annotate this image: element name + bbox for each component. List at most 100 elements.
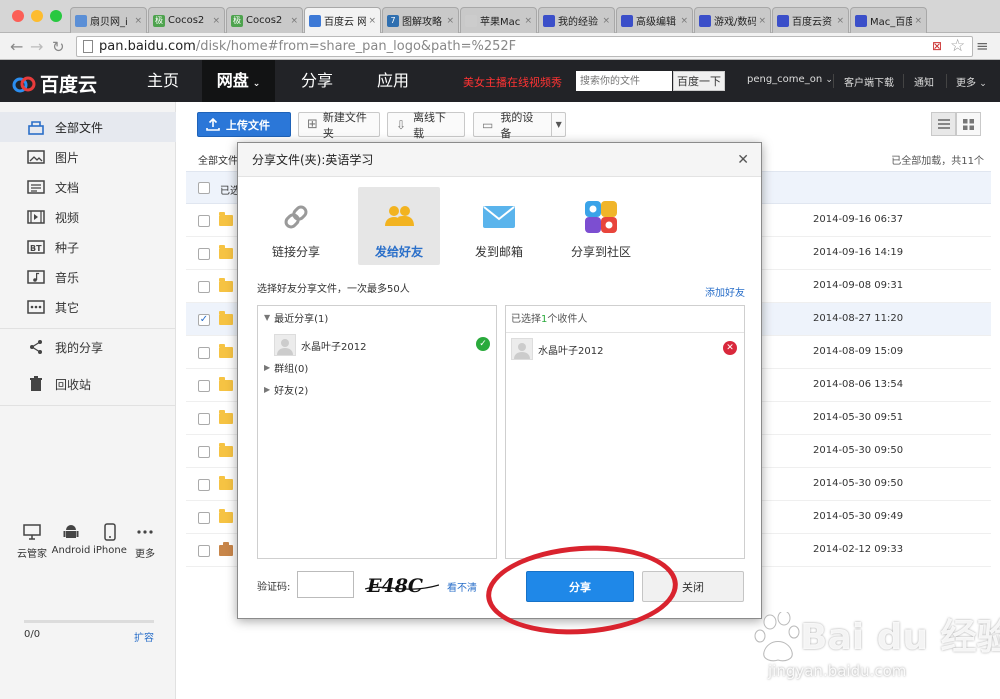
tab-title: Cocos2: [168, 15, 205, 26]
close-tab-icon[interactable]: ×: [290, 16, 298, 26]
blocked-popup-icon[interactable]: ⊠: [932, 39, 942, 53]
search-input[interactable]: [576, 71, 672, 91]
browser-tab[interactable]: 我的经验 ×: [538, 7, 615, 33]
close-tab-icon[interactable]: ×: [836, 16, 844, 26]
friend-item[interactable]: 水晶叶子2012 ✓: [274, 332, 490, 358]
promo-link[interactable]: 美女主播在线视频秀: [463, 74, 562, 90]
row-checkbox[interactable]: [198, 512, 210, 524]
chevron-down-icon[interactable]: ▼: [551, 113, 565, 136]
user-menu[interactable]: peng_come_on ⌄: [747, 74, 833, 85]
friend-name: 水晶叶子2012: [301, 341, 367, 353]
new-folder-button[interactable]: ⊞ 新建文件夹: [298, 111, 380, 140]
device-icon: ▭: [482, 117, 494, 132]
close-tab-icon[interactable]: ×: [758, 16, 766, 26]
grid-view-button[interactable]: [956, 112, 981, 136]
captcha-input[interactable]: [297, 571, 354, 598]
sidebar-item-videos[interactable]: 视频: [0, 202, 176, 232]
device-android[interactable]: Android: [50, 522, 92, 556]
row-checkbox[interactable]: [198, 248, 210, 260]
nav-apps[interactable]: 应用: [360, 60, 426, 102]
device-pc[interactable]: 云管家: [11, 522, 53, 560]
row-checkbox[interactable]: [198, 545, 210, 557]
list-view-button[interactable]: [931, 112, 956, 136]
row-checkbox[interactable]: [198, 446, 210, 458]
tab-send-friend[interactable]: 发给好友: [358, 187, 440, 265]
reload-icon[interactable]: ↻: [52, 38, 65, 56]
row-checkbox[interactable]: [198, 347, 210, 359]
url-input[interactable]: pan.baidu.com/disk/home#from=share_pan_l…: [76, 36, 973, 57]
sidebar-item-label: 其它: [55, 300, 80, 315]
file-date: 2014-05-30 09:49: [813, 511, 904, 522]
notify-link[interactable]: 通知: [914, 74, 934, 89]
remove-icon[interactable]: ✕: [723, 341, 737, 355]
nav-share[interactable]: 分享: [284, 60, 350, 102]
menu-icon[interactable]: ≡: [976, 37, 989, 55]
baidu-cloud-logo[interactable]: 百度云: [12, 70, 97, 97]
sidebar-item-all-files[interactable]: 全部文件: [0, 112, 176, 142]
folder-icon: [219, 212, 233, 226]
sidebar-item-music[interactable]: 音乐: [0, 262, 176, 292]
row-checkbox[interactable]: [198, 479, 210, 491]
close-tab-icon[interactable]: ×: [602, 16, 610, 26]
browser-tab[interactable]: 高级编辑 ×: [616, 7, 693, 33]
offline-download-label: 离线下载: [413, 110, 447, 140]
close-tab-icon[interactable]: ×: [914, 16, 922, 26]
close-window-button[interactable]: [12, 10, 24, 22]
minimize-window-button[interactable]: [31, 10, 43, 22]
breadcrumb[interactable]: 全部文件: [198, 152, 238, 167]
sidebar-item-torrents[interactable]: BT 种子: [0, 232, 176, 262]
captcha-refresh-link[interactable]: 看不清: [447, 579, 477, 594]
browser-tab[interactable]: 7 图解攻略 ×: [382, 7, 459, 33]
tab-share-community[interactable]: 分享到社区: [560, 187, 642, 265]
row-checkbox[interactable]: [198, 215, 210, 227]
client-download-link[interactable]: 客户端下载: [844, 74, 894, 89]
more-menu[interactable]: 更多 ⌄: [956, 74, 987, 89]
nav-disk[interactable]: 网盘 ⌄: [202, 60, 275, 102]
browser-tab[interactable]: Mac_百度 ×: [850, 7, 927, 33]
tab-link-share[interactable]: 链接分享: [255, 187, 337, 265]
browser-tab[interactable]: 极 Cocos2 ×: [148, 7, 225, 33]
close-tab-icon[interactable]: ×: [212, 16, 220, 26]
browser-tab[interactable]: 百度云资 ×: [772, 7, 849, 33]
close-tab-icon[interactable]: ×: [446, 16, 454, 26]
close-tab-icon[interactable]: ×: [524, 16, 532, 26]
row-checkbox[interactable]: [198, 281, 210, 293]
close-tab-icon[interactable]: ×: [134, 16, 142, 26]
browser-tab[interactable]: 游戏/数码 ×: [694, 7, 771, 33]
tree-groups[interactable]: ▶ 群组(0): [264, 360, 308, 375]
more-label: 更多: [956, 78, 976, 89]
sidebar-item-images[interactable]: 图片: [0, 142, 176, 172]
email-icon: [458, 199, 540, 235]
sidebar-item-my-share[interactable]: 我的分享: [0, 332, 176, 362]
tree-recent[interactable]: ▼ 最近分享(1): [264, 310, 328, 325]
my-device-button[interactable]: ▭ 我的设备 ▼: [473, 111, 566, 140]
device-label: iPhone: [93, 545, 127, 556]
row-checkbox[interactable]: [198, 413, 210, 425]
select-all-checkbox[interactable]: [198, 182, 210, 194]
tab-send-email[interactable]: 发到邮箱: [458, 187, 540, 265]
row-checkbox[interactable]: [198, 380, 210, 392]
close-tab-icon[interactable]: ×: [680, 16, 688, 26]
bookmark-star-icon[interactable]: ☆: [950, 36, 965, 56]
row-checkbox[interactable]: ✓: [198, 314, 210, 326]
back-icon[interactable]: ←: [10, 37, 23, 56]
forward-icon[interactable]: →: [30, 37, 43, 56]
search-button[interactable]: 百度一下: [673, 71, 725, 91]
expand-storage-link[interactable]: 扩容: [134, 629, 154, 644]
tree-friends[interactable]: ▶ 好友(2): [264, 382, 308, 397]
browser-tab[interactable]: 极 Cocos2 ×: [226, 7, 303, 33]
close-tab-icon[interactable]: ×: [368, 16, 376, 26]
close-icon[interactable]: ✕: [737, 151, 749, 169]
browser-tab[interactable]: 苹果Mac ×: [460, 7, 537, 33]
device-more[interactable]: 更多: [124, 522, 166, 560]
sidebar-item-recycle-bin[interactable]: 回收站: [0, 369, 176, 399]
browser-tab[interactable]: 扇贝网_i ×: [70, 7, 147, 33]
offline-download-button[interactable]: ⇩ 离线下载: [387, 111, 465, 140]
browser-tab[interactable]: 百度云 网 ×: [304, 7, 381, 33]
nav-home[interactable]: 主页: [130, 60, 196, 102]
add-friend-link[interactable]: 添加好友: [705, 284, 745, 299]
sidebar-item-other[interactable]: 其它: [0, 292, 176, 322]
upload-button[interactable]: 上传文件: [197, 112, 291, 137]
maximize-window-button[interactable]: [50, 10, 62, 22]
sidebar-item-docs[interactable]: 文档: [0, 172, 176, 202]
